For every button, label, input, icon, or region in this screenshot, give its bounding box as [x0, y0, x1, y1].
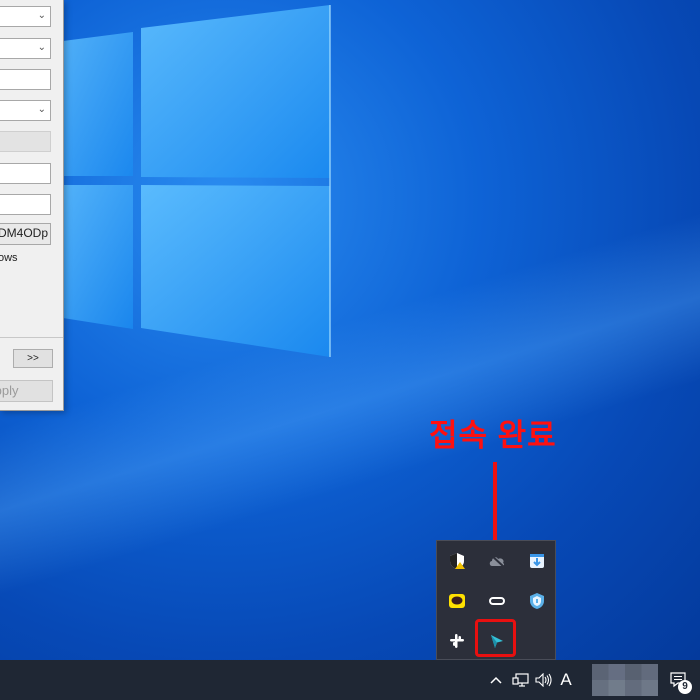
notification-badge: 9: [678, 680, 692, 694]
chevron-down-icon: ⌄: [37, 10, 46, 21]
ime-indicator[interactable]: A: [556, 660, 576, 700]
chevron-down-icon: ⌄: [37, 42, 46, 53]
next-button[interactable]: >>: [13, 349, 53, 368]
annotation-label: 접속 완료: [429, 418, 557, 453]
disabled-field: [0, 131, 51, 152]
highlight-box: [475, 619, 516, 657]
dialog-label: ows: [0, 252, 18, 264]
text-field-3[interactable]: [0, 194, 51, 215]
volume-icon[interactable]: [533, 660, 555, 700]
settings-dialog: ⌄ ⌄ ⌄ DM4ODp ows >> Apply: [0, 0, 64, 411]
chevron-down-icon: ⌄: [37, 104, 46, 115]
dropdown-1[interactable]: ⌄: [0, 6, 51, 27]
link-icon[interactable]: [477, 581, 517, 621]
kakaotalk-icon[interactable]: [437, 581, 477, 621]
dropdown-2[interactable]: ⌄: [0, 38, 51, 59]
network-icon[interactable]: [509, 660, 531, 700]
divider: [0, 337, 63, 338]
cloud-icon[interactable]: [477, 541, 517, 581]
apply-button[interactable]: Apply: [0, 380, 53, 402]
security-shield-icon[interactable]: [517, 581, 557, 621]
chevron-up-icon[interactable]: [486, 660, 506, 700]
slack-icon[interactable]: [437, 621, 477, 661]
value-button[interactable]: DM4ODp: [0, 223, 51, 245]
text-field-2[interactable]: [0, 163, 51, 184]
windows-logo: [63, 5, 331, 357]
shield-warning-icon[interactable]: [437, 541, 477, 581]
clock-blurred[interactable]: [592, 664, 658, 696]
dropdown-3[interactable]: ⌄: [0, 100, 51, 121]
desktop-background: [0, 0, 700, 660]
download-box-icon[interactable]: [517, 541, 557, 581]
text-field-1[interactable]: [0, 69, 51, 90]
